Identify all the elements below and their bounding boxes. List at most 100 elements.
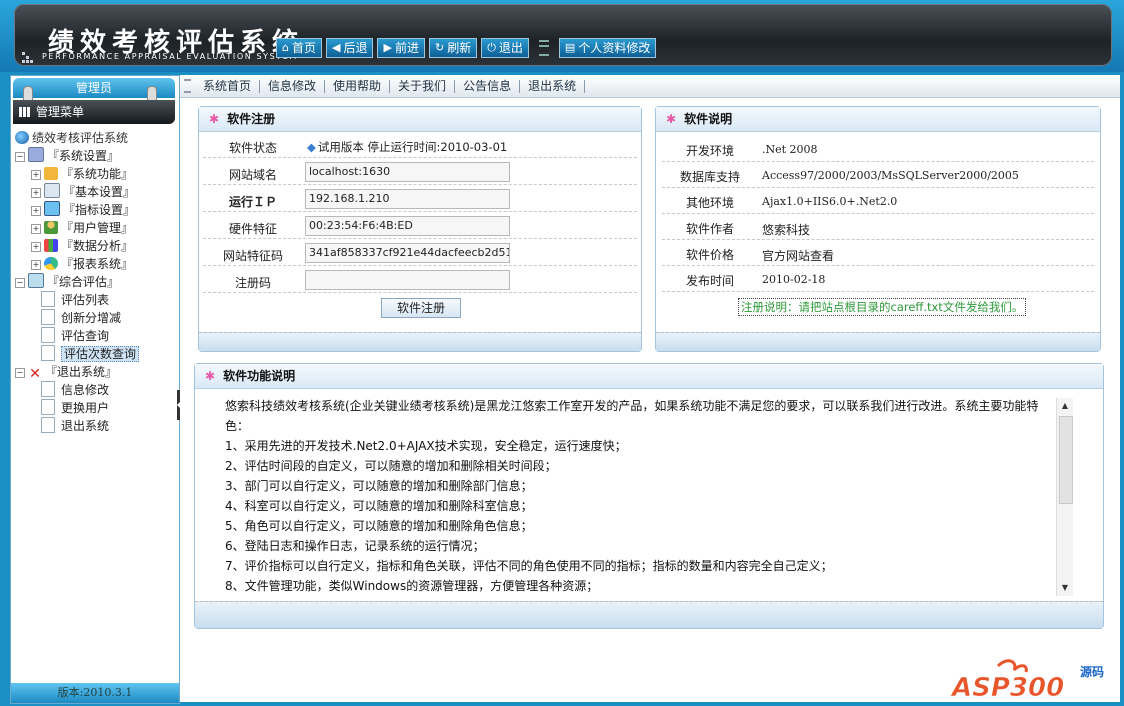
star-icon: ✱ [205, 369, 216, 383]
tree-item-evaluation-query[interactable]: 评估查询 [15, 327, 179, 345]
refresh-icon: ↻ [434, 41, 445, 54]
nav-exit[interactable]: 退出系统 [520, 79, 586, 93]
pie-chart-icon [44, 257, 58, 270]
panel-footer [195, 601, 1103, 628]
list-icon [44, 183, 60, 198]
collapse-icon[interactable]: − [15, 151, 25, 162]
nav-announcements[interactable]: 公告信息 [455, 79, 521, 93]
status-row: 软件状态 ◆ 试用版本 停止运行时间:2010-03-01 [203, 133, 637, 158]
header-bar: 绩效考核评估系统 PERFORMANCE APPRAISAL EVALUATIO… [14, 4, 1112, 66]
star-icon: ✱ [666, 112, 677, 126]
nav-help[interactable]: 使用帮助 [325, 79, 391, 93]
hardware-field[interactable]: 00:23:54:F6:4B:ED [305, 216, 510, 236]
field-row: 网站特征码 341af858337cf921e44dacfeecb2d51 [203, 241, 637, 266]
registration-note: 注册说明：请把站点根目录的careff.txt文件发给我们。 [738, 298, 1027, 316]
expand-icon[interactable]: + [31, 241, 41, 252]
domain-field[interactable]: localhost:1630 [305, 162, 510, 182]
info-panel-header: ✱ 软件说明 [656, 107, 1100, 132]
sidebar: 管理员 管理菜单 绩效考核评估系统 − 『系统设置』 + 『系统功能』 + 『基本设置… [10, 75, 180, 704]
expand-icon[interactable]: + [31, 169, 41, 180]
star-icon: ✱ [209, 112, 220, 126]
expand-icon[interactable]: + [31, 223, 41, 234]
field-row: 网站域名 localhost:1630 [203, 160, 637, 185]
exit-button[interactable]: ⏻ 退出 [481, 38, 529, 58]
function-text-area[interactable]: 悠索科技绩效考核系统(企业关键业绩考核系统)是黑龙江悠索工作室开发的产品，如果系… [195, 390, 1103, 596]
app-subtitle: PERFORMANCE APPRAISAL EVALUATION SYSTEM [42, 52, 298, 61]
tree-item-info-edit[interactable]: 信息修改 [15, 381, 179, 399]
svg-text:源码: 源码 [1080, 664, 1104, 679]
info-panel: ✱ 软件说明 开发环境 .Net 2008 数据库支持 Access97/2000/2… [655, 106, 1101, 352]
register-panel: ✱ 软件注册 软件状态 ◆ 试用版本 停止运行时间:2010-03-01 网站域名 … [198, 106, 642, 352]
info-row: 软件作者 悠索科技 [662, 213, 1094, 240]
collapse-icon[interactable]: − [15, 367, 25, 378]
svg-text:ASP300: ASP300 [950, 673, 1064, 700]
chart-icon [44, 239, 58, 252]
tree-item-basic-settings[interactable]: + 『基本设置』 [15, 183, 179, 201]
tree-item-system-function[interactable]: + 『系统功能』 [15, 165, 179, 183]
panel-footer [199, 332, 641, 351]
back-button[interactable]: ◀ 后退 [326, 38, 374, 58]
nav-about[interactable]: 关于我们 [390, 79, 456, 93]
tree-item-data-analysis[interactable]: + 『数据分析』 [15, 237, 179, 255]
expand-icon[interactable]: + [31, 259, 41, 270]
tree-item-switch-user[interactable]: 更换用户 [15, 399, 179, 417]
site-code-field[interactable]: 341af858337cf921e44dacfeecb2d51 [305, 243, 510, 263]
nav-home[interactable]: 系统首页 [195, 79, 261, 93]
top-nav: 系统首页 信息修改 使用帮助 关于我们 公告信息 退出系统 [180, 75, 1120, 98]
asp300-watermark-logo: ASP300 源码 [948, 656, 1120, 703]
tree-item-exit-system[interactable]: 退出系统 [15, 417, 179, 435]
forward-arrow-icon: ▶ [383, 41, 392, 54]
settings-folder-icon [28, 147, 44, 162]
ip-field[interactable]: 192.168.1.210 [305, 189, 510, 209]
forward-button[interactable]: ▶ 前进 [377, 38, 425, 58]
header-toolbar: ⌂ 首页 ◀ 后退 ▶ 前进 ↻ 刷新 ⏻ 退出 ▤ 个人资料修改 [276, 38, 657, 58]
globe-icon [15, 131, 29, 144]
scroll-up-icon[interactable]: ▲ [1057, 398, 1073, 414]
tree-item-indicator-settings[interactable]: + 『指标设置』 [15, 201, 179, 219]
info-row: 软件价格 官方网站查看 [662, 239, 1094, 266]
tree-item-innovation-score[interactable]: 创新分增减 [15, 309, 179, 327]
page-icon [41, 327, 55, 343]
collapse-icon[interactable]: − [15, 277, 25, 288]
tree-item-evaluation-count-query[interactable]: 评估次数查询 [15, 345, 179, 363]
refresh-button[interactable]: ↻ 刷新 [428, 38, 478, 58]
page-icon [41, 291, 55, 307]
profile-edit-button[interactable]: ▤ 个人资料修改 [558, 38, 657, 58]
expand-icon[interactable]: + [31, 187, 41, 198]
close-x-icon: ✕ [29, 366, 41, 382]
panel-footer [656, 332, 1100, 351]
tree-item-report-system[interactable]: + 『报表系统』 [15, 255, 179, 273]
info-row: 其他环境 Ajax1.0+IIS6.0+.Net2.0 [662, 187, 1094, 214]
home-icon: ⌂ [282, 41, 289, 54]
evaluation-folder-icon [28, 273, 44, 288]
tree-group-system-settings[interactable]: − 『系统设置』 [15, 147, 179, 165]
back-arrow-icon: ◀ [332, 41, 341, 54]
page-icon [41, 345, 55, 361]
registration-code-field[interactable] [305, 270, 510, 290]
status-value: 试用版本 停止运行时间:2010-03-01 [317, 140, 508, 154]
watermark-flame-icon: ASP300 源码 [950, 659, 1104, 703]
info-row: 开发环境 .Net 2008 [662, 135, 1094, 162]
field-row: 运行ＩＰ 192.168.1.210 [203, 187, 637, 212]
user-icon [44, 221, 58, 234]
register-button[interactable]: 软件注册 [381, 298, 461, 318]
vertical-scrollbar[interactable]: ▲ ▼ [1056, 398, 1073, 596]
tree-group-exit[interactable]: − ✕ 『退出系统』 [15, 363, 179, 381]
expand-icon[interactable]: + [31, 205, 41, 216]
menu-grid-icon [19, 107, 31, 117]
app-logo: 绩效考核评估系统 PERFORMANCE APPRAISAL EVALUATIO… [18, 20, 298, 64]
tree-item-user-management[interactable]: + 『用户管理』 [15, 219, 179, 237]
toolbar-separator-icon [538, 40, 549, 56]
page-icon [41, 417, 55, 433]
tree-item-evaluation-list[interactable]: 评估列表 [15, 291, 179, 309]
tree-group-evaluation[interactable]: − 『综合评估』 [15, 273, 179, 291]
nav-info-edit[interactable]: 信息修改 [260, 79, 326, 93]
home-button[interactable]: ⌂ 首页 [276, 38, 322, 58]
scroll-down-icon[interactable]: ▼ [1057, 580, 1073, 596]
page-icon [41, 399, 55, 415]
page-icon [41, 381, 55, 397]
tree-root[interactable]: 绩效考核评估系统 [15, 129, 179, 147]
field-row: 硬件特征 00:23:54:F6:4B:ED [203, 214, 637, 239]
version-label: 版本:2010.3.1 [11, 683, 179, 703]
scrollbar-thumb[interactable] [1059, 416, 1073, 504]
